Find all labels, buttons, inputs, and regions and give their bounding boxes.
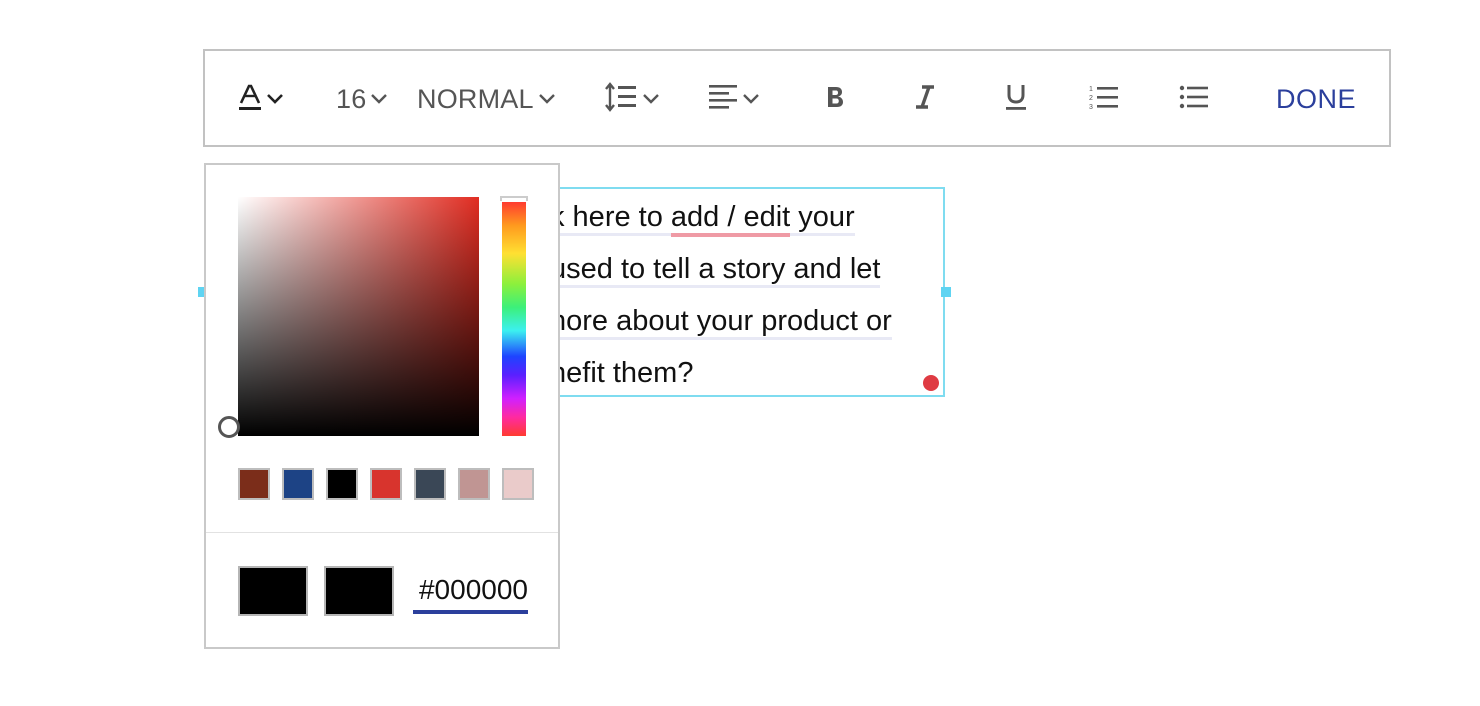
divider [206,532,558,533]
text-style-value: NORMAL [417,83,534,114]
hex-color-input[interactable] [413,567,528,613]
underline-icon [1005,83,1027,116]
text-style-dropdown[interactable]: NORMAL [417,51,556,147]
hue-slider-handle[interactable] [500,196,528,201]
done-label: DONE [1276,83,1357,114]
text-line-1: k here to add / edit your [550,201,855,237]
saturation-cursor[interactable] [218,416,240,438]
italic-button[interactable] [915,51,935,147]
color-swatch[interactable] [458,468,490,500]
color-swatch[interactable] [370,468,402,500]
text-line-4: nefit them? [550,357,694,389]
underline-button[interactable] [1005,51,1027,147]
italic-icon [915,84,935,114]
line-height-dropdown[interactable] [604,51,660,147]
svg-text:2: 2 [1089,95,1093,102]
align-left-icon [708,83,738,116]
color-swatch[interactable] [282,468,314,500]
status-dot [923,375,939,391]
bullet-list-button[interactable] [1179,51,1209,147]
chevron-down-icon [370,93,388,105]
text-segment: k here to [550,201,671,233]
text-segment: your [790,201,855,233]
text-line-3: nore about your product or [550,305,892,340]
text-format-toolbar: 16 NORMAL 1 2 3 DONE [203,49,1391,147]
chevron-down-icon [742,93,760,105]
chevron-down-icon [538,93,556,105]
svg-text:3: 3 [1089,104,1093,110]
bold-icon [825,85,845,114]
misspelled-word[interactable]: add / edit [670,201,791,237]
hex-input-underline [413,610,528,614]
color-swatch[interactable] [414,468,446,500]
chevron-down-icon [266,93,284,105]
svg-text:1: 1 [1089,86,1093,93]
ordered-list-button[interactable]: 1 2 3 [1089,51,1119,147]
font-color-icon [238,83,262,116]
text-line-2: used to tell a story and let [550,253,881,288]
previous-color-preview [238,566,308,616]
color-swatch[interactable] [502,468,534,500]
saturation-value-area[interactable] [238,197,479,436]
ordered-list-icon: 1 2 3 [1089,84,1119,115]
resize-handle-right[interactable] [941,287,951,297]
bold-button[interactable] [825,51,845,147]
color-swatch[interactable] [238,468,270,500]
hue-slider[interactable] [502,202,526,436]
color-swatch[interactable] [326,468,358,500]
hex-input-wrapper [413,567,528,615]
font-color-dropdown[interactable] [238,51,284,147]
current-color-preview [324,566,394,616]
color-picker-popup [204,163,560,649]
text-align-dropdown[interactable] [708,51,760,147]
chevron-down-icon [642,93,660,105]
bullet-list-icon [1179,84,1209,115]
line-height-icon [604,81,638,117]
font-size-dropdown[interactable]: 16 [336,51,388,147]
font-size-value: 16 [336,83,367,114]
done-button[interactable]: DONE [1276,51,1356,147]
